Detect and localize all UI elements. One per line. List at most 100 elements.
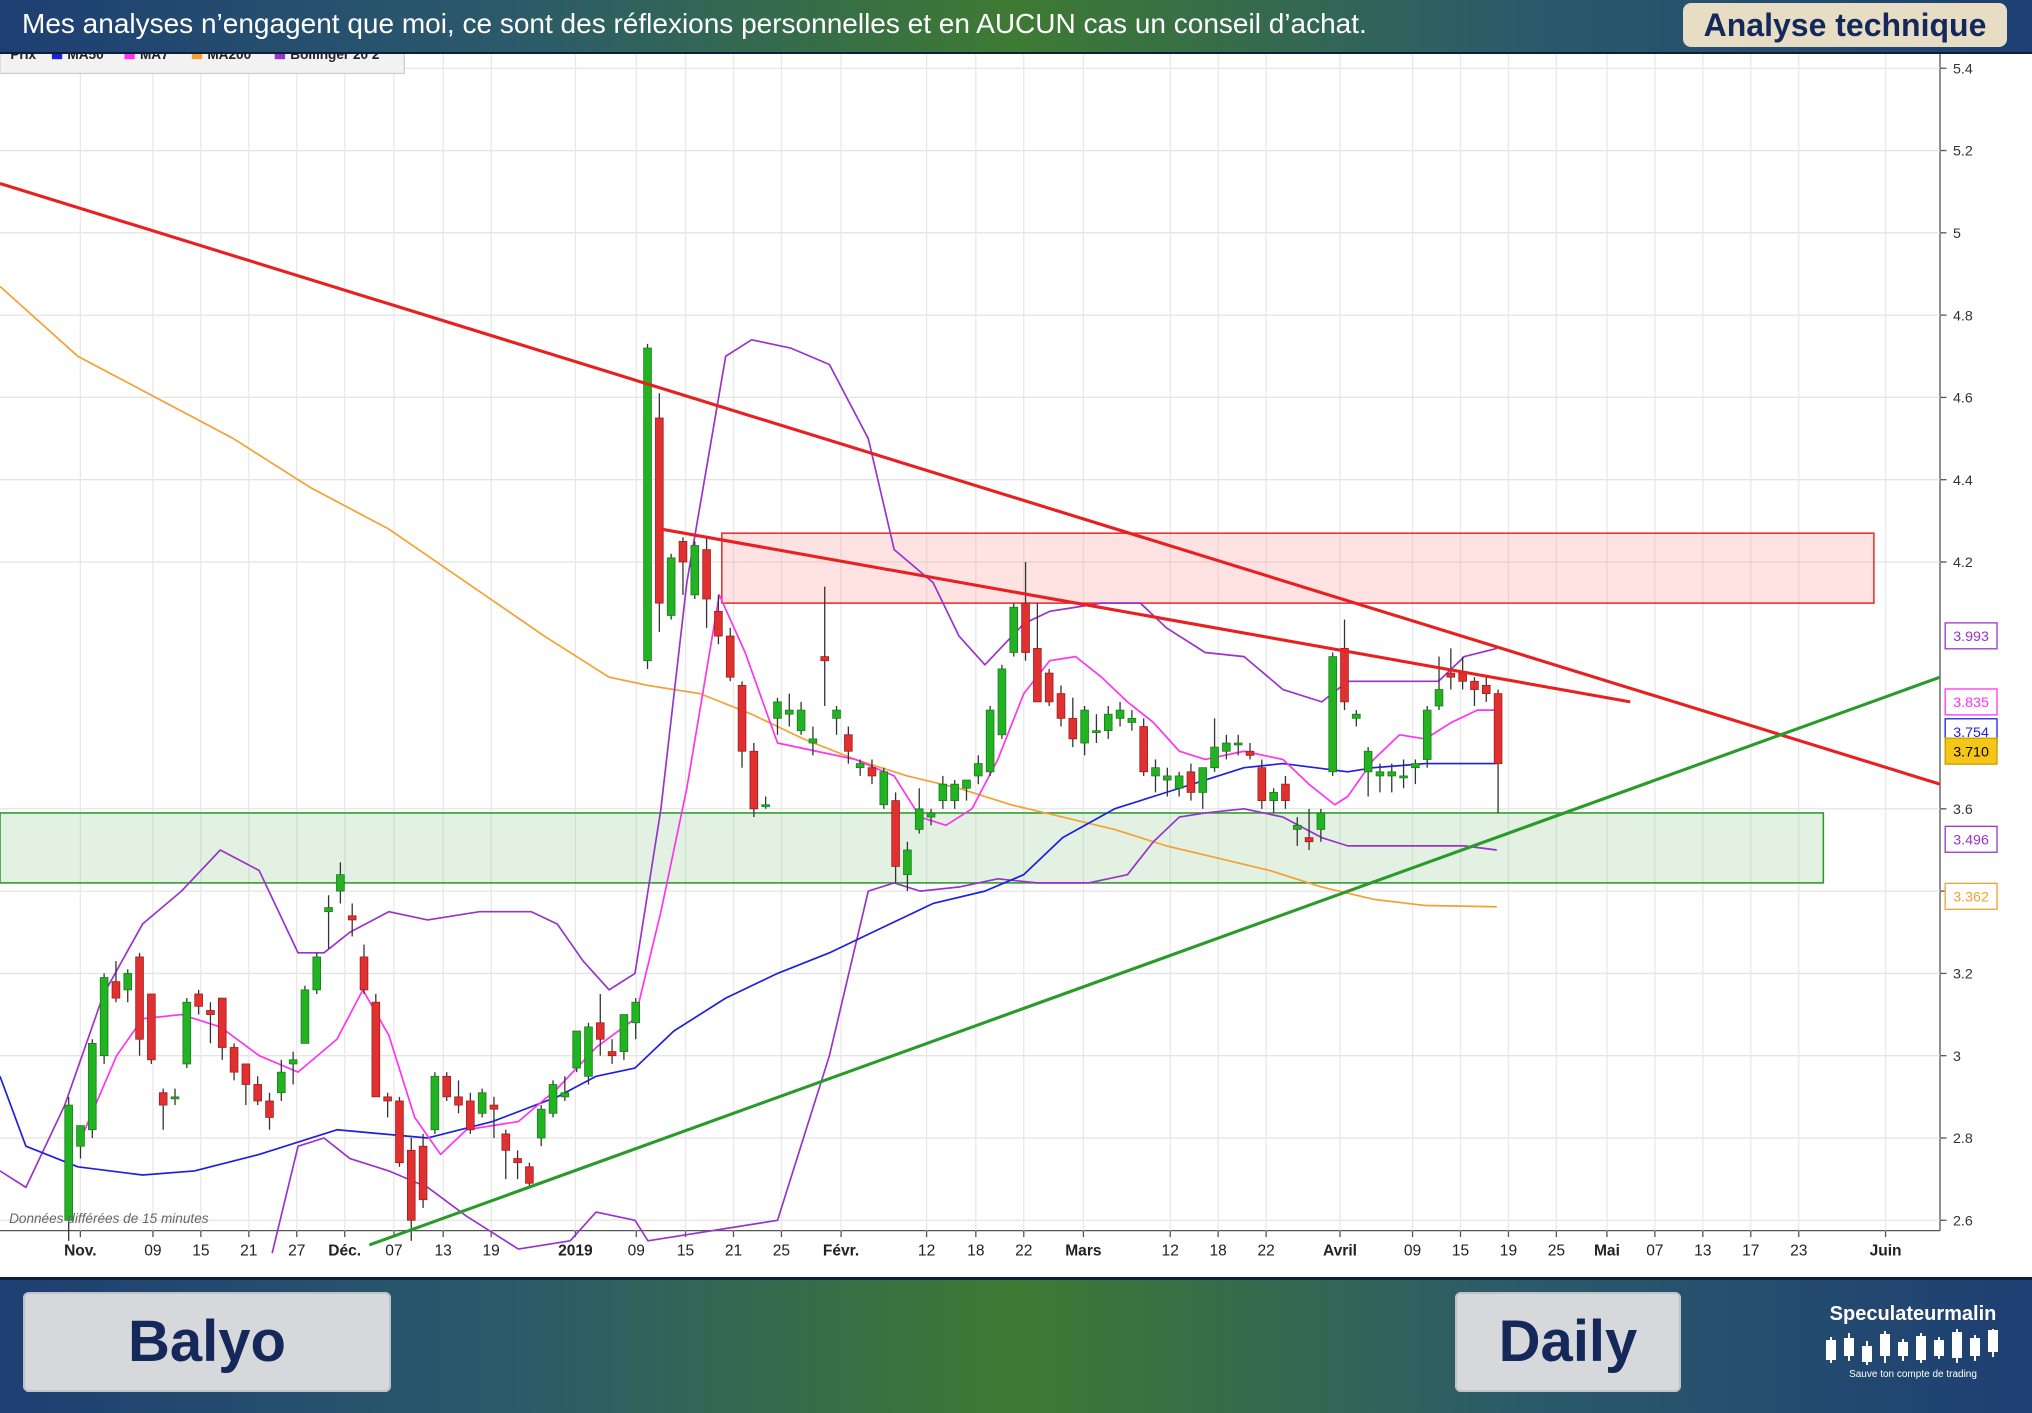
brand-logo[interactable]: Speculateurmalin Sauve ton compte de tra…	[1808, 1297, 2018, 1387]
candles-logo-icon	[1826, 1329, 1998, 1365]
candle-body-down	[820, 656, 830, 662]
candle-body-up	[985, 709, 995, 773]
bottom-banner: Balyo Daily Speculateurmalin Sauve ton c…	[0, 1277, 2032, 1413]
x-tick-label: 12	[918, 1242, 935, 1259]
candle-body-down	[347, 915, 357, 921]
x-tick-label: Juin	[1870, 1242, 1902, 1259]
x-tick-label: 07	[385, 1242, 402, 1259]
candle-body-down	[1056, 693, 1066, 719]
candle	[548, 1080, 558, 1118]
candle-body-up	[903, 849, 912, 876]
candle	[1422, 705, 1432, 768]
x-tick-label: 25	[1548, 1242, 1565, 1259]
candle-body-down	[607, 1051, 617, 1057]
candle-body-down	[383, 1096, 392, 1102]
candle-body-down	[241, 1063, 251, 1085]
candle-body-down	[489, 1104, 499, 1110]
candle-body-down	[749, 750, 759, 810]
y-tick-label: 4.2	[1953, 555, 1973, 571]
candle-body-down	[655, 417, 664, 604]
analysis-badge: Analyse technique	[1683, 3, 2007, 47]
x-tick-label: 19	[1500, 1242, 1517, 1259]
candle-body-down	[501, 1133, 511, 1151]
candle-body-up	[182, 1001, 192, 1065]
candle-body-up	[690, 545, 700, 596]
price-label: 3.993	[1944, 622, 1998, 650]
x-tick-label: 2019	[558, 1242, 593, 1259]
candle-body-up	[1375, 771, 1385, 777]
timeframe-button[interactable]: Daily	[1455, 1292, 1681, 1392]
x-tick-label: 15	[677, 1242, 694, 1259]
price-label-text: 3.710	[1953, 744, 1989, 760]
candle-body-down	[1481, 685, 1491, 695]
candle-body-up	[950, 783, 959, 802]
ticker-button[interactable]: Balyo	[23, 1292, 391, 1392]
candle-body-up	[773, 701, 782, 719]
candle	[655, 393, 664, 632]
candle	[147, 993, 156, 1064]
candle-body-down	[253, 1084, 262, 1102]
price-label-text: 3.835	[1953, 695, 1989, 711]
top-banner: Mes analyses n’engagent que moi, ce sont…	[0, 0, 2032, 54]
candle-body-down	[1186, 771, 1196, 793]
candle-body-up	[536, 1108, 546, 1139]
candle-body-down	[1044, 672, 1054, 703]
candle-body-up	[336, 874, 345, 892]
candle-body-down	[891, 800, 900, 867]
candle-body-up	[300, 989, 310, 1044]
candle-body-up	[962, 779, 971, 789]
y-tick-label: 3	[1953, 1049, 1961, 1065]
x-tick-label: Mai	[1594, 1242, 1620, 1259]
candle-body-up	[548, 1084, 558, 1114]
candle-body-up	[1292, 824, 1302, 830]
candle-body-down	[678, 541, 688, 563]
candle-body-up	[1151, 767, 1160, 777]
x-tick-label: 18	[967, 1242, 984, 1259]
candle-body-down	[371, 1001, 381, 1098]
candle	[442, 1072, 451, 1101]
price-label: 3.362	[1944, 882, 1998, 910]
legend-label: Bollinger 20 2	[290, 54, 380, 62]
candle-body-up	[938, 783, 948, 802]
y-tick-label: 2.6	[1953, 1213, 1973, 1229]
x-tick-label: 23	[1790, 1242, 1807, 1259]
candle	[300, 985, 310, 1044]
candle-body-up	[974, 763, 983, 777]
candle-body-up	[1328, 656, 1337, 773]
x-tick-label: 15	[1452, 1242, 1469, 1259]
candle-body-up	[288, 1059, 298, 1065]
candle-body-down	[418, 1145, 428, 1201]
candle	[572, 1030, 581, 1073]
price-label: 3.710	[1944, 737, 1998, 765]
candle-body-down	[1245, 750, 1255, 756]
candle-body-up	[666, 557, 676, 616]
plot-area	[0, 54, 1940, 1231]
candle-body-up	[430, 1075, 440, 1131]
candle-body-up	[1115, 709, 1125, 719]
candle-body-down	[359, 956, 369, 991]
candle-body-up	[643, 347, 652, 662]
candle-body-down	[1033, 647, 1042, 703]
candle-body-up	[832, 709, 841, 719]
candle-body-down	[158, 1092, 168, 1106]
candle-body-up	[88, 1042, 97, 1131]
y-tick-label: 4.6	[1953, 391, 1973, 407]
candle-body-down	[702, 549, 711, 600]
candle-body-down	[1458, 672, 1467, 682]
candle-body-down	[454, 1096, 463, 1106]
candle-body-up	[1092, 730, 1101, 734]
candle-body-up	[1422, 709, 1432, 760]
candle-body-up	[477, 1092, 487, 1114]
candle-body-down	[406, 1149, 416, 1221]
candle	[1044, 668, 1054, 706]
candle-body-up	[64, 1104, 73, 1221]
candle-body-down	[714, 610, 723, 637]
candle-body-up	[572, 1030, 581, 1069]
candle-body-up	[997, 668, 1007, 736]
x-tick-label: 07	[1646, 1242, 1663, 1259]
candle-body-down	[1304, 837, 1314, 843]
candle-body-down	[1340, 647, 1349, 703]
chart-legend: Prix MA50 MA7 MA200 Bollinger 20 2	[0, 54, 405, 75]
y-tick-label: 4.4	[1953, 473, 1973, 489]
candle-body-up	[1222, 742, 1231, 752]
